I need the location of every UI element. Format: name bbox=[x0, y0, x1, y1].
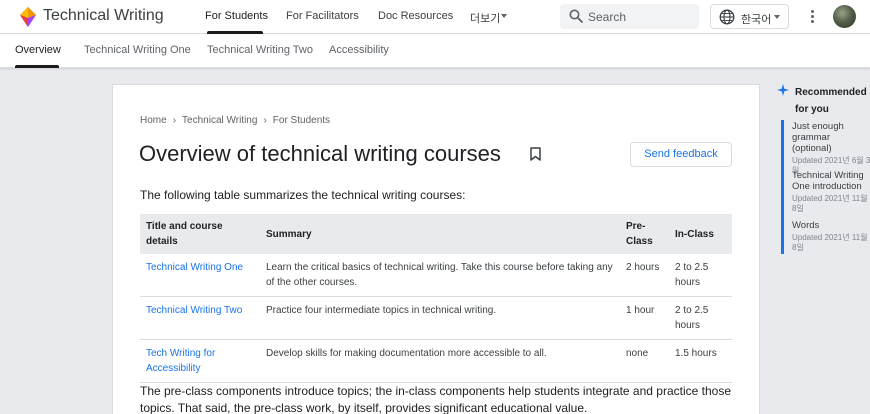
bookmark-icon[interactable] bbox=[530, 147, 541, 161]
secondary-nav: Overview Technical Writing One Technical… bbox=[0, 34, 870, 68]
column-header: In-Class bbox=[669, 214, 732, 254]
chevron-down-icon bbox=[774, 15, 780, 19]
table-row: Tech Writing for Accessibility Develop s… bbox=[140, 339, 732, 383]
recommended-item-title[interactable]: Words bbox=[792, 220, 870, 231]
table-header-row: Title and course details Summary Pre-Cla… bbox=[140, 214, 732, 254]
course-link[interactable]: Tech Writing for Accessibility bbox=[146, 348, 215, 374]
more-vert-icon[interactable] bbox=[803, 6, 823, 28]
course-link[interactable]: Technical Writing Two bbox=[146, 305, 242, 316]
tab-overview[interactable]: Overview bbox=[15, 44, 61, 56]
in-class-time: 2 to 2.5 hours bbox=[669, 296, 732, 340]
article-card: Home › Technical Writing › For Students Over… bbox=[112, 84, 760, 414]
outro-paragraph: The pre-class components introduce topic… bbox=[140, 384, 731, 414]
course-summary: Practice four intermediate topics in tec… bbox=[260, 296, 620, 340]
pre-class-time: 2 hours bbox=[620, 254, 669, 297]
tab-accessibility[interactable]: Accessibility bbox=[329, 44, 389, 56]
tab-technical-writing-one[interactable]: Technical Writing One bbox=[84, 44, 191, 56]
recommended-item[interactable]: Technical Writing One introduction Updat… bbox=[792, 170, 870, 214]
recommended-heading: Recommended for you bbox=[795, 87, 867, 115]
pre-class-time: none bbox=[620, 339, 669, 383]
intro-paragraph: The following table summarizes the techn… bbox=[140, 188, 466, 202]
column-header: Summary bbox=[260, 214, 620, 254]
site-title[interactable]: Technical Writing bbox=[43, 7, 164, 25]
page-title: Overview of technical writing courses bbox=[139, 141, 501, 166]
chevron-down-icon bbox=[501, 14, 507, 18]
avatar[interactable] bbox=[833, 5, 856, 28]
recommended-accent-bar bbox=[781, 120, 784, 254]
search-input[interactable]: Search bbox=[588, 10, 626, 24]
table-row: Technical Writing Two Practice four inte… bbox=[140, 296, 732, 340]
pre-class-time: 1 hour bbox=[620, 296, 669, 340]
breadcrumb-technical-writing[interactable]: Technical Writing bbox=[182, 115, 257, 126]
in-class-time: 1.5 hours bbox=[669, 339, 732, 383]
table-row: Technical Writing One Learn the critical… bbox=[140, 254, 732, 297]
column-header: Title and course details bbox=[140, 214, 260, 254]
logo-icon[interactable] bbox=[19, 7, 37, 27]
language-selector[interactable]: 한국어 bbox=[710, 4, 789, 29]
nav-for-students[interactable]: For Students bbox=[205, 10, 268, 22]
column-header: Pre-Class bbox=[620, 214, 669, 254]
tab-technical-writing-two[interactable]: Technical Writing Two bbox=[207, 44, 313, 56]
top-app-bar: Technical Writing For Students For Facil… bbox=[0, 0, 870, 34]
nav-for-facilitators[interactable]: For Facilitators bbox=[286, 10, 359, 22]
globe-icon bbox=[719, 9, 735, 25]
recommended-item-date: Updated 2021년 11월 8일 bbox=[792, 194, 868, 213]
recommended-item-title[interactable]: Technical Writing One introduction bbox=[792, 170, 870, 192]
nav-more[interactable]: 더보기 bbox=[470, 10, 500, 26]
active-tab-indicator bbox=[15, 65, 59, 68]
course-summary: Learn the critical basics of technical w… bbox=[260, 254, 620, 297]
search-icon bbox=[569, 9, 583, 23]
breadcrumb-home[interactable]: Home bbox=[140, 115, 167, 126]
chevron-right-icon: › bbox=[172, 115, 177, 126]
recommended-item-date: Updated 2021년 11월 8일 bbox=[792, 233, 868, 252]
chevron-right-icon: › bbox=[263, 115, 267, 126]
nav-doc-resources[interactable]: Doc Resources bbox=[378, 10, 453, 22]
search-box[interactable]: Search bbox=[560, 4, 699, 29]
course-summary: Develop skills for making documentation … bbox=[260, 339, 620, 383]
in-class-time: 2 to 2.5 hours bbox=[669, 254, 732, 297]
recommended-item[interactable]: Words Updated 2021년 11월 8일 bbox=[792, 220, 870, 253]
recommended-item-title[interactable]: Just enough grammar (optional) bbox=[792, 121, 870, 154]
recommended-item[interactable]: Just enough grammar (optional) Updated 2… bbox=[792, 121, 870, 176]
sparkle-icon bbox=[777, 84, 789, 96]
breadcrumb: Home › Technical Writing › For Students bbox=[140, 115, 330, 126]
course-link[interactable]: Technical Writing One bbox=[146, 262, 243, 273]
courses-table: Title and course details Summary Pre-Cla… bbox=[140, 214, 732, 383]
send-feedback-button[interactable]: Send feedback bbox=[630, 142, 732, 167]
language-label: 한국어 bbox=[741, 14, 772, 26]
breadcrumb-for-students[interactable]: For Students bbox=[273, 115, 330, 126]
